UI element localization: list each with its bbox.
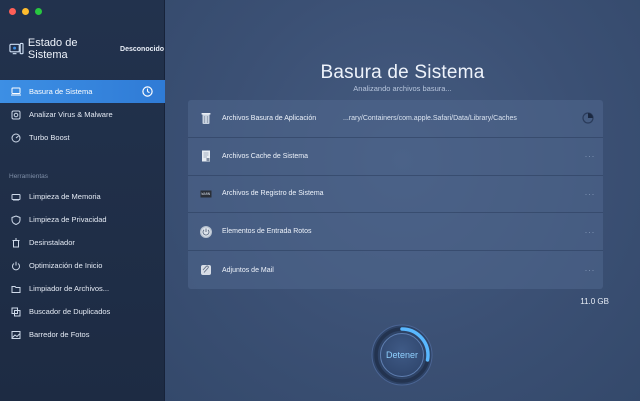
current-scan-path: ...rary/Containers/com.apple.Safari/Data… [343, 114, 517, 122]
photo-icon [11, 330, 21, 340]
app-window: Estado de Sistema Desconocido Basura de … [0, 0, 640, 401]
laptop-icon [11, 87, 21, 97]
power-icon [11, 261, 21, 271]
sidebar-item-photo-sweeper[interactable]: Barredor de Fotos [0, 323, 165, 346]
log-icon: WARN [200, 190, 212, 198]
system-status-value: Desconocido [120, 45, 164, 53]
pending-indicator: ··· [584, 226, 595, 237]
attachment-icon [201, 265, 211, 276]
memory-icon [11, 192, 21, 202]
sidebar-item-label: Optimización de Inicio [29, 261, 103, 270]
speedometer-icon [11, 133, 21, 143]
sidebar-item-memory-cleanup[interactable]: Limpieza de Memoria [0, 185, 165, 208]
shield-scan-icon [11, 110, 21, 120]
sidebar-item-label: Barredor de Fotos [29, 330, 90, 339]
minimize-window-button[interactable] [22, 8, 29, 15]
sidebar-item-uninstaller[interactable]: Desinstalador [0, 231, 165, 254]
svg-text:WARN: WARN [202, 192, 210, 196]
sidebar-item-label: Limpieza de Privacidad [29, 215, 107, 224]
scan-status-text: Analizando archivos basura... [353, 84, 452, 93]
system-status-header: Estado de Sistema Desconocido [9, 37, 164, 61]
sidebar: Estado de Sistema Desconocido Basura de … [0, 0, 165, 401]
close-window-button[interactable] [9, 8, 16, 15]
scan-progress-indicator [582, 112, 594, 124]
duplicates-icon [11, 307, 21, 317]
row-label: Archivos Cache de Sistema [222, 152, 308, 160]
row-label: Archivos Basura de Aplicación [222, 114, 317, 122]
sidebar-item-startup-optimization[interactable]: Optimización de Inicio [0, 254, 165, 277]
junk-row-broken-login-items[interactable]: Elementos de Entrada Rotos ··· [188, 213, 603, 252]
tools-nav: Limpieza de Memoria Limpieza de Privacid… [0, 185, 165, 346]
scan-progress-ring: Detener [370, 323, 434, 387]
junk-category-list: Archivos Basura de Aplicación ...rary/Co… [188, 100, 603, 289]
trash-icon [11, 238, 21, 248]
pending-indicator: ··· [584, 188, 595, 199]
stop-scan-button[interactable]: Detener [380, 333, 424, 377]
privacy-shield-icon [11, 214, 21, 225]
clock-icon [142, 86, 153, 97]
row-label: Adjuntos de Mail [222, 266, 274, 274]
sidebar-item-label: Buscador de Duplicados [29, 307, 111, 316]
sidebar-item-label: Limpiador de Archivos... [29, 284, 110, 293]
pending-indicator: ··· [584, 151, 595, 162]
main-panel: Basura de Sistema Analizando archivos ba… [165, 0, 640, 401]
sidebar-item-label: Analizar Virus & Malware [29, 110, 113, 119]
sidebar-item-label: Desinstalador [29, 238, 75, 247]
sidebar-item-label: Turbo Boost [29, 133, 70, 142]
sidebar-item-privacy-cleanup[interactable]: Limpieza de Privacidad [0, 208, 165, 231]
page-title: Basura de Sistema [320, 62, 485, 83]
tools-section-label: Herramientas [9, 173, 49, 180]
sidebar-item-file-cleaner[interactable]: Limpiador de Archivos... [0, 277, 165, 300]
sidebar-item-label: Limpieza de Memoria [29, 192, 101, 201]
row-label: Elementos de Entrada Rotos [222, 228, 312, 236]
total-junk-size: 11.0 GB [580, 297, 609, 306]
folder-icon [11, 284, 21, 294]
sidebar-item-duplicate-finder[interactable]: Buscador de Duplicados [0, 300, 165, 323]
row-label: Archivos de Registro de Sistema [222, 190, 324, 198]
zoom-window-button[interactable] [35, 8, 42, 15]
junk-row-system-logs[interactable]: WARN Archivos de Registro de Sistema ··· [188, 176, 603, 214]
power-button-icon [200, 225, 212, 238]
sidebar-item-system-junk[interactable]: Basura de Sistema [0, 80, 165, 103]
junk-row-system-cache[interactable]: Archivos Cache de Sistema ··· [188, 138, 603, 176]
trash-can-icon [201, 113, 211, 125]
junk-row-app-junk[interactable]: Archivos Basura de Aplicación ...rary/Co… [188, 100, 603, 138]
junk-row-mail-attachments[interactable]: Adjuntos de Mail ··· [188, 251, 603, 289]
sidebar-item-turbo-boost[interactable]: Turbo Boost [0, 126, 165, 149]
window-controls [9, 8, 42, 15]
sidebar-item-label: Basura de Sistema [29, 87, 93, 96]
primary-nav: Basura de Sistema Analizar Virus & Malwa… [0, 80, 165, 149]
pending-indicator: ··· [584, 265, 595, 276]
system-status-title: Estado de Sistema [27, 37, 78, 61]
system-status-icon [9, 42, 24, 55]
document-icon [202, 150, 210, 162]
sidebar-item-virus-scan[interactable]: Analizar Virus & Malware [0, 103, 165, 126]
